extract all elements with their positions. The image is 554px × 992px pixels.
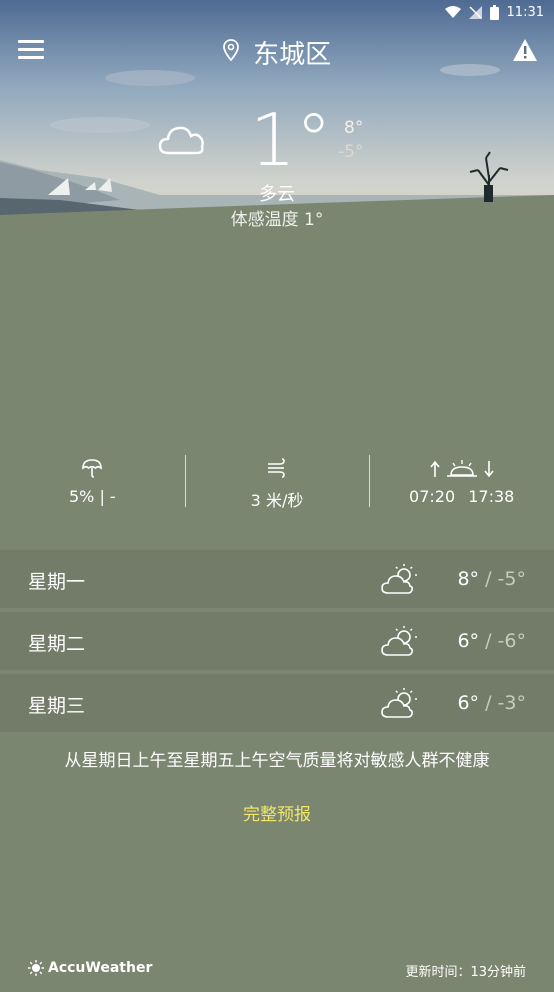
umbrella-icon [0, 455, 185, 481]
partly-sunny-icon [381, 626, 417, 656]
sunset-time: 17:38 [468, 487, 515, 506]
partly-sunny-icon [381, 688, 417, 718]
forecast-separator: / [485, 568, 492, 590]
forecast-row[interactable]: 星期一 8° / -5° [0, 550, 554, 608]
location-title[interactable]: 东城区 [0, 34, 554, 71]
wind-value: 3 米/秒 [250, 491, 304, 510]
wifi-icon [444, 5, 461, 19]
daily-forecast: 星期一 8° / -5° 星期二 6° / -6° 星期三 6° / -3° [0, 550, 554, 736]
forecast-day: 星期三 [28, 695, 86, 717]
forecast-temps: 6° / -3° [457, 692, 526, 714]
precipitation-stat: 5% | - [0, 455, 185, 509]
low-temperature: -5° [338, 142, 364, 162]
status-bar: 11:31 [0, 0, 554, 24]
weather-condition: 多云 [259, 184, 295, 205]
wind-icon [185, 455, 370, 481]
no-signal-icon [468, 5, 482, 19]
forecast-day: 星期二 [28, 633, 86, 655]
brand-logo: AccuWeather [28, 960, 152, 976]
brand-name: AccuWeather [48, 960, 153, 976]
forecast-low: -3° [497, 692, 526, 714]
forecast-high: 6° [457, 692, 480, 714]
forecast-high: 8° [457, 568, 480, 590]
precipitation-value: 5% | - [68, 487, 116, 506]
forecast-temps: 6° / -6° [457, 630, 526, 652]
full-forecast-link[interactable]: 完整预报 [0, 800, 554, 825]
location-pin-icon [222, 38, 239, 68]
sunrise-sunset-icon [369, 455, 554, 481]
forecast-low: -6° [497, 630, 526, 652]
city-name: 东城区 [253, 40, 332, 70]
forecast-row[interactable]: 星期二 6° / -6° [0, 612, 554, 670]
partly-sunny-icon [381, 564, 417, 594]
forecast-row[interactable]: 星期三 6° / -3° [0, 674, 554, 732]
battery-icon [489, 4, 499, 20]
accuweather-sun-icon [28, 960, 44, 976]
cloud-icon [158, 126, 204, 155]
alert-button[interactable] [512, 38, 538, 62]
forecast-separator: / [485, 630, 492, 652]
stats-row: 5% | - 3 米/秒 07:20 17:38 [0, 455, 554, 510]
status-time: 11:31 [506, 4, 544, 20]
forecast-temps: 8° / -5° [457, 568, 526, 590]
air-quality-notice: 从星期日上午至星期五上午空气质量将对敏感人群不健康 [64, 751, 490, 771]
last-updated: 更新时间：13分钟前 [405, 965, 526, 980]
warning-icon [513, 39, 537, 61]
forecast-low: -5° [497, 568, 526, 590]
wind-stat: 3 米/秒 [184, 455, 370, 510]
forecast-day: 星期一 [28, 571, 86, 593]
current-temperature: 1° [250, 98, 332, 182]
high-temperature: 8° [344, 118, 364, 138]
sunrise-time: 07:20 [409, 487, 456, 506]
top-bar: 东城区 [0, 30, 554, 74]
sun-times: 07:20 17:38 [369, 487, 554, 506]
feels-like: 体感温度 1° [230, 210, 324, 230]
forecast-high: 6° [457, 630, 480, 652]
current-conditions: 1° 8° -5° 多云 体感温度 1° [0, 100, 554, 240]
forecast-separator: / [485, 692, 492, 714]
sun-stat: 07:20 17:38 [369, 455, 554, 509]
